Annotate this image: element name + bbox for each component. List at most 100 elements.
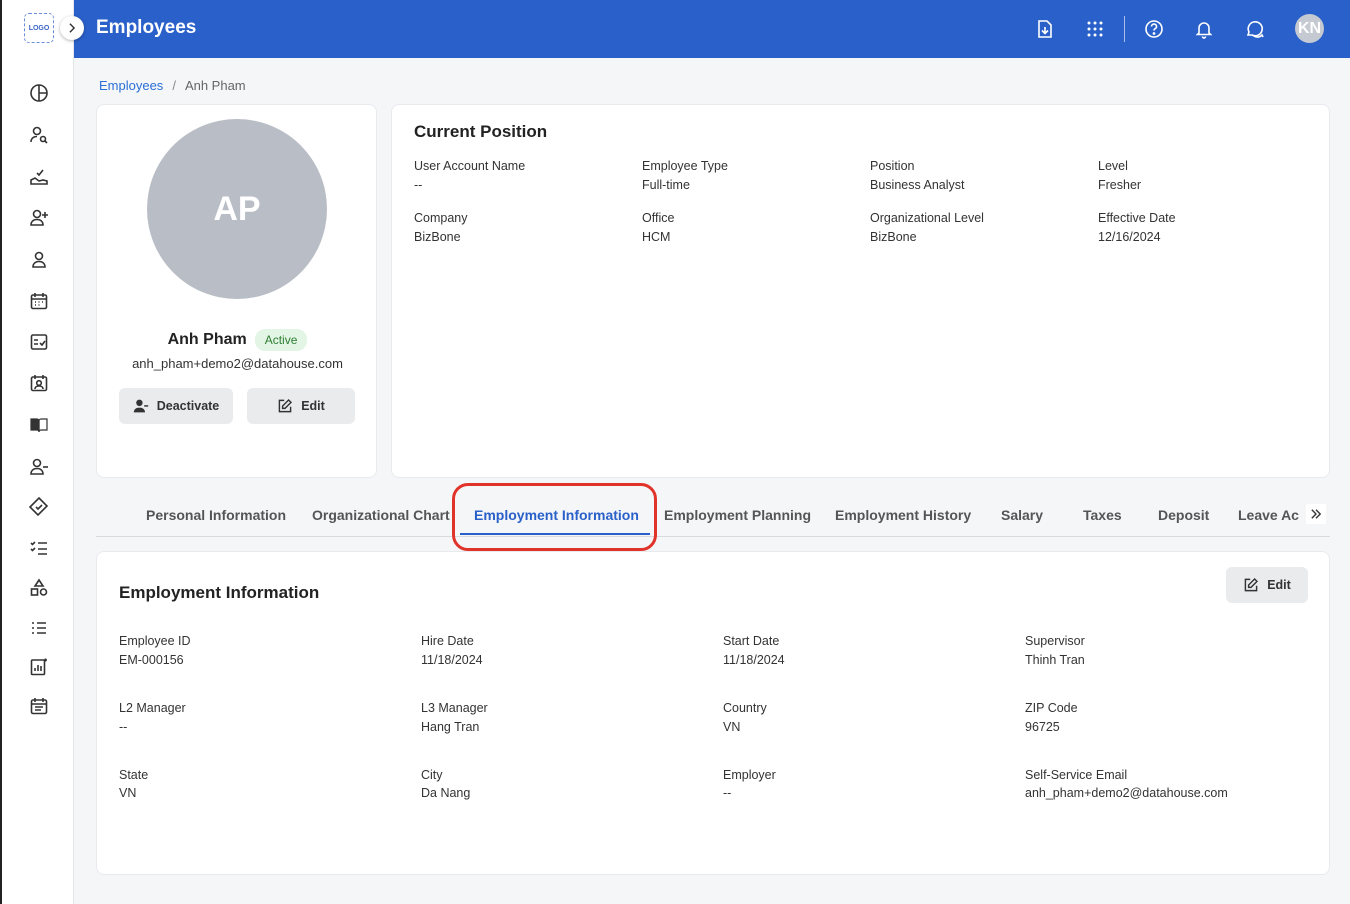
profile-name-row: Anh Pham Active — [97, 329, 378, 351]
current-position-title: Current Position — [414, 122, 548, 141]
tab-deposit[interactable]: Deposit — [1158, 507, 1209, 523]
calendar-icon[interactable] — [28, 290, 50, 312]
field-value: 12/16/2024 — [1098, 230, 1161, 244]
tab-bar: Personal Information Organizational Char… — [96, 483, 1330, 551]
breadcrumb-current: Anh Pham — [184, 78, 246, 93]
dashboard-icon[interactable] — [28, 82, 50, 104]
edit-icon — [278, 398, 293, 413]
user-add-icon[interactable] — [28, 207, 50, 229]
deactivate-label: Deactivate — [156, 399, 220, 413]
user-icon[interactable] — [28, 249, 50, 271]
field-value: -- — [119, 720, 128, 734]
app-logo[interactable]: LOGO — [24, 13, 54, 43]
field-value: Thinh Tran — [1025, 653, 1085, 667]
field-label: L3 Manager — [421, 701, 488, 715]
help-icon[interactable] — [1142, 17, 1166, 41]
task-list-icon[interactable] — [28, 536, 50, 558]
field-label: Start Date — [723, 634, 780, 648]
field-label: Self-Service Email — [1025, 768, 1128, 782]
field-label: Effective Date — [1098, 211, 1176, 225]
tab-highlight-annotation — [452, 483, 657, 551]
book-icon[interactable] — [28, 414, 50, 436]
field-label: Country — [723, 701, 767, 715]
field-label: City — [421, 768, 443, 782]
tab-employment-planning[interactable]: Employment Planning — [664, 507, 811, 523]
deactivate-button[interactable]: Deactivate — [119, 388, 233, 424]
field-value: HCM — [642, 230, 671, 244]
tab-salary[interactable]: Salary — [1001, 507, 1043, 523]
tabs-scroll-right-icon[interactable] — [1306, 504, 1326, 524]
bell-icon[interactable] — [1192, 17, 1216, 41]
field-label: Office — [642, 211, 675, 225]
sidebar: LOGO — [0, 0, 74, 904]
field-label: ZIP Code — [1025, 701, 1078, 715]
checklist-icon[interactable] — [28, 331, 50, 353]
field-value: VN — [723, 720, 741, 734]
list-icon[interactable] — [28, 617, 50, 639]
profile-avatar: AP — [147, 119, 327, 299]
field-label: Organizational Level — [870, 211, 984, 225]
field-value: EM-000156 — [119, 653, 184, 667]
edit-label: Edit — [301, 399, 325, 413]
field-label: State — [119, 768, 149, 782]
user-minus-icon — [133, 399, 148, 413]
tab-taxes[interactable]: Taxes — [1083, 507, 1122, 523]
tab-leave-accrual[interactable]: Leave Ac — [1238, 507, 1299, 523]
field-value: Business Analyst — [870, 178, 965, 192]
user-remove-icon[interactable] — [28, 456, 50, 478]
field-label: Hire Date — [421, 634, 474, 648]
handshake-check-icon[interactable] — [28, 166, 50, 188]
breadcrumb-separator: / — [172, 78, 176, 93]
employment-edit-button[interactable]: Edit — [1226, 567, 1308, 603]
field-value: Hang Tran — [421, 720, 480, 734]
field-value: 11/18/2024 — [723, 653, 785, 667]
user-search-icon[interactable] — [28, 124, 50, 146]
profile-edit-button[interactable]: Edit — [247, 388, 355, 424]
field-value: Full-time — [642, 178, 690, 192]
tab-employment-history[interactable]: Employment History — [835, 507, 971, 523]
status-badge: Active — [254, 329, 308, 351]
report-icon[interactable] — [28, 656, 50, 678]
tab-personal-information[interactable]: Personal Information — [146, 507, 286, 523]
shapes-icon[interactable] — [28, 577, 50, 599]
field-value: Fresher — [1098, 178, 1142, 192]
field-value: BizBone — [870, 230, 917, 244]
chat-icon[interactable] — [1243, 17, 1267, 41]
employee-email: anh_pham+demo2@datahouse.com — [132, 356, 343, 371]
employment-information-title: Employment Information — [119, 583, 320, 602]
field-label: Company — [414, 211, 468, 225]
current-position-card: Current Position User Account Name -- Em… — [391, 104, 1330, 478]
user-avatar[interactable]: KN — [1295, 14, 1324, 43]
field-label: Supervisor — [1025, 634, 1085, 648]
sidebar-expand-button[interactable] — [60, 16, 84, 40]
field-label: Employer — [723, 768, 776, 782]
field-value: 11/18/2024 — [421, 653, 483, 667]
field-value: VN — [119, 786, 137, 800]
contact-card-icon[interactable] — [28, 372, 50, 394]
top-divider — [1124, 16, 1125, 42]
field-label: User Account Name — [414, 159, 526, 173]
employment-information-card: Employment Information Edit Employee ID … — [96, 551, 1330, 875]
breadcrumb: Employees / Anh Pham — [99, 78, 246, 93]
badge-icon[interactable] — [28, 496, 50, 518]
download-icon[interactable] — [1033, 17, 1057, 41]
employee-name: Anh Pham — [167, 331, 247, 348]
field-label: L2 Manager — [119, 701, 186, 715]
edit-label: Edit — [1267, 578, 1291, 592]
field-value: Da Nang — [421, 786, 471, 800]
field-value: -- — [723, 786, 732, 800]
schedule-icon[interactable] — [28, 695, 50, 717]
field-value: 96725 — [1025, 720, 1060, 734]
edit-icon — [1244, 577, 1259, 592]
field-value: -- — [414, 178, 423, 192]
breadcrumb-employees-link[interactable]: Employees — [99, 78, 163, 93]
apps-grid-icon[interactable] — [1083, 17, 1107, 41]
field-value: anh_pham+demo2@datahouse.com — [1025, 786, 1228, 800]
profile-card: AP Anh Pham Active anh_pham+demo2@dataho… — [96, 104, 377, 478]
field-label: Employee ID — [119, 634, 191, 648]
field-value: BizBone — [414, 230, 461, 244]
top-bar: Employees KN — [74, 0, 1350, 58]
tab-organizational-chart[interactable]: Organizational Chart — [312, 507, 450, 523]
field-label: Position — [870, 159, 915, 173]
page-title: Employees — [96, 17, 197, 38]
